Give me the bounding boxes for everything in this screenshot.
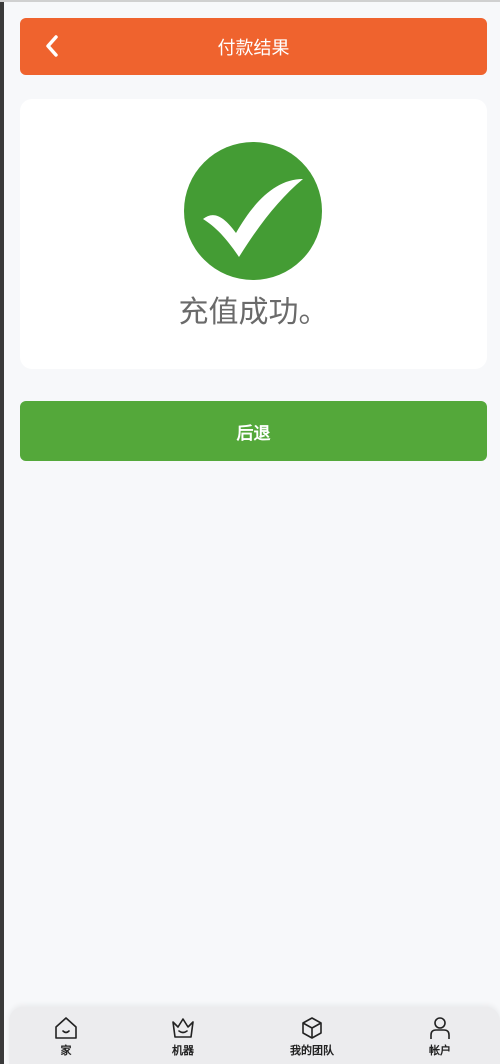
checkmark-circle-icon (184, 142, 322, 280)
tab-machines[interactable]: 机器 (138, 1007, 228, 1064)
result-message: 充值成功。 (178, 295, 329, 330)
user-icon (430, 1017, 450, 1039)
window-top-edge (0, 0, 500, 2)
tab-account[interactable]: 帐户 (395, 1007, 485, 1064)
tab-home-label: 家 (60, 1044, 72, 1057)
crown-icon (172, 1018, 194, 1038)
tab-my-team-label: 我的团队 (290, 1044, 334, 1057)
home-icon (55, 1017, 77, 1039)
window-edge (0, 0, 4, 1064)
page-title: 付款结果 (217, 37, 290, 59)
result-card: 充值成功。 (20, 99, 487, 369)
bottom-tab-bar: 家 机器 我的团队 帐户 (9, 1007, 500, 1064)
tab-my-team[interactable]: 我的团队 (267, 1007, 357, 1064)
cube-icon (302, 1017, 322, 1039)
top-bar: 付款结果 (20, 18, 487, 75)
tab-account-label: 帐户 (429, 1044, 451, 1057)
tab-home[interactable]: 家 (21, 1007, 111, 1064)
tab-machines-label: 机器 (172, 1044, 194, 1057)
back-button[interactable]: 后退 (20, 401, 487, 461)
